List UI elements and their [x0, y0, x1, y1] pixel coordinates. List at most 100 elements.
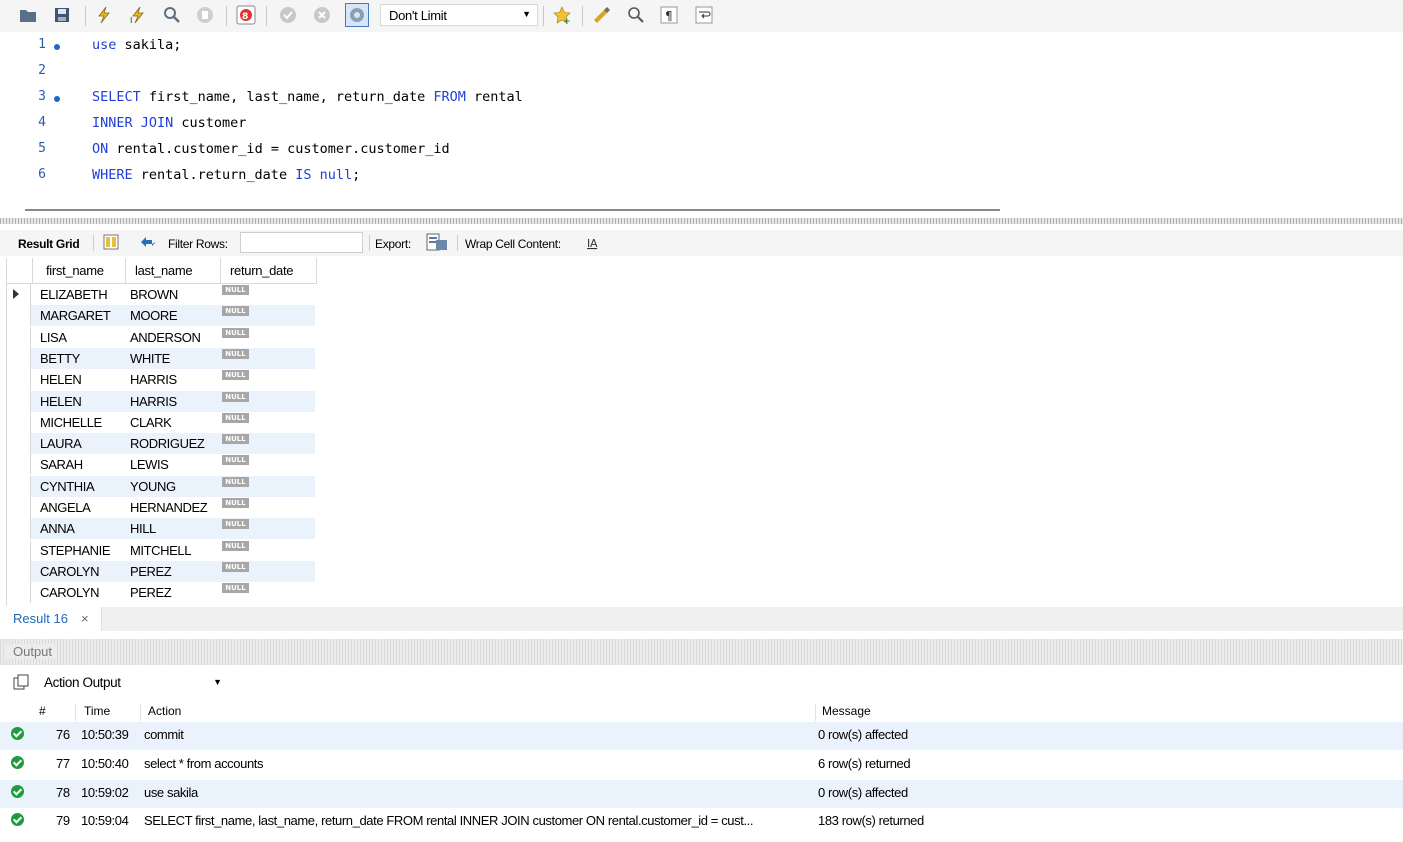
execute-icon[interactable] — [94, 5, 114, 25]
column-header-time[interactable]: Time — [84, 704, 110, 718]
column-header-num[interactable]: # — [39, 704, 46, 718]
null-badge[interactable]: NULL — [222, 285, 249, 295]
row-marker[interactable] — [7, 411, 31, 433]
cell-first-name[interactable]: CYNTHIA — [40, 479, 95, 494]
row-marker[interactable] — [7, 454, 31, 476]
folder-icon[interactable] — [18, 5, 38, 25]
row-marker[interactable] — [7, 305, 31, 327]
row-marker[interactable] — [7, 475, 31, 497]
column-header-message[interactable]: Message — [822, 704, 871, 718]
execute-current-icon[interactable]: I — [128, 5, 148, 25]
cell-first-name[interactable]: ANNA — [40, 521, 75, 536]
cell-last-name[interactable]: BROWN — [130, 287, 178, 302]
null-badge[interactable]: NULL — [222, 434, 249, 445]
autocommit-icon[interactable] — [345, 3, 369, 27]
rollback-icon[interactable] — [312, 5, 332, 25]
stop-icon[interactable] — [195, 5, 215, 25]
cell-first-name[interactable]: STEPHANIE — [40, 543, 110, 558]
table-row[interactable]: HELEN HARRIS NULL — [7, 390, 315, 412]
cell-first-name[interactable]: MARGARET — [40, 308, 111, 323]
table-row[interactable]: LISA ANDERSON NULL — [7, 326, 315, 348]
null-badge[interactable]: NULL — [222, 561, 249, 572]
row-marker[interactable] — [7, 582, 31, 604]
row-marker[interactable] — [7, 560, 31, 582]
row-marker[interactable] — [7, 284, 31, 305]
output-type-select[interactable]: Action Output ▼ — [36, 670, 228, 694]
cell-last-name[interactable]: ANDERSON — [130, 330, 201, 345]
cell-last-name[interactable]: WHITE — [130, 351, 170, 366]
column-header-action[interactable]: Action — [148, 704, 181, 718]
wrap-icon[interactable] — [694, 5, 714, 25]
explain-icon[interactable] — [162, 5, 182, 25]
null-badge[interactable]: NULL — [222, 476, 249, 487]
cell-last-name[interactable]: HARRIS — [130, 394, 177, 409]
result-grid-button[interactable]: Result Grid — [18, 237, 80, 251]
row-marker[interactable] — [7, 433, 31, 455]
cell-last-name[interactable]: HERNANDEZ — [130, 500, 208, 515]
refresh-icon[interactable] — [138, 234, 158, 253]
table-row[interactable]: BETTY WHITE NULL — [7, 347, 315, 369]
cell-last-name[interactable]: MOORE — [130, 308, 178, 323]
cell-first-name[interactable]: HELEN — [40, 394, 82, 409]
cell-first-name[interactable]: LAURA — [40, 436, 82, 451]
filter-rows-input[interactable] — [240, 232, 363, 253]
cell-last-name[interactable]: HILL — [130, 521, 156, 536]
null-badge[interactable]: NULL — [222, 519, 249, 530]
table-row[interactable]: CAROLYN PEREZ NULL — [7, 560, 315, 582]
null-badge[interactable]: NULL — [222, 455, 249, 466]
cell-first-name[interactable]: CAROLYN — [40, 585, 99, 600]
cell-first-name[interactable]: CAROLYN — [40, 564, 99, 579]
null-badge[interactable]: NULL — [222, 348, 249, 359]
cell-first-name[interactable]: BETTY — [40, 351, 80, 366]
commit-icon[interactable] — [278, 5, 298, 25]
cell-first-name[interactable]: MICHELLE — [40, 415, 102, 430]
table-row[interactable]: CYNTHIA YOUNG NULL — [7, 475, 315, 497]
invisible-chars-icon[interactable]: ¶ — [659, 5, 679, 25]
grid-layout-icon[interactable] — [103, 234, 119, 253]
null-badge[interactable]: NULL — [222, 412, 249, 423]
save-icon[interactable] — [52, 5, 72, 25]
table-row[interactable]: HELEN HARRIS NULL — [7, 369, 315, 391]
close-icon[interactable]: × — [81, 611, 89, 626]
table-row[interactable]: ANGELA HERNANDEZ NULL — [7, 497, 315, 518]
editor-horizontal-scrollbar[interactable] — [25, 209, 1000, 211]
table-row[interactable]: MICHELLE CLARK NULL — [7, 411, 315, 433]
null-badge[interactable]: NULL — [222, 583, 249, 594]
table-row[interactable]: CAROLYN PEREZ NULL — [7, 582, 315, 604]
table-row[interactable]: STEPHANIE MITCHELL NULL — [7, 539, 315, 561]
cell-last-name[interactable]: YOUNG — [130, 479, 176, 494]
cell-last-name[interactable]: PEREZ — [130, 585, 172, 600]
wrap-cell-icon[interactable]: IA — [586, 235, 602, 254]
column-header-return-date[interactable]: return_date — [221, 258, 317, 283]
output-row[interactable]: 79 10:59:04 SELECT first_name, last_name, … — [0, 808, 1403, 836]
tab-result-16[interactable]: Result 16 × — [0, 607, 102, 631]
column-header-last-name[interactable]: last_name — [126, 258, 221, 283]
copy-icon[interactable] — [13, 674, 29, 693]
table-row[interactable]: MARGARET MOORE NULL — [7, 305, 315, 327]
null-badge[interactable]: NULL — [222, 540, 249, 551]
table-row[interactable]: LAURA RODRIGUEZ NULL — [7, 433, 315, 455]
row-marker[interactable] — [7, 326, 31, 348]
cell-first-name[interactable]: SARAH — [40, 457, 83, 472]
limit-rows-select[interactable]: Don't Limit ▼ — [380, 4, 538, 26]
beautify-icon[interactable] — [592, 5, 612, 25]
cell-first-name[interactable]: ANGELA — [40, 500, 91, 515]
row-marker[interactable] — [7, 539, 31, 561]
sql-editor[interactable]: 1 use sakila; 2 3 SELECT first_name, las… — [0, 32, 1403, 202]
column-header-first-name[interactable]: first_name — [33, 258, 126, 283]
cell-last-name[interactable]: PEREZ — [130, 564, 172, 579]
null-badge[interactable]: NULL — [222, 370, 249, 381]
row-marker[interactable] — [7, 518, 31, 540]
export-icon[interactable] — [426, 233, 448, 254]
cell-first-name[interactable]: ELIZABETH — [40, 287, 108, 302]
row-marker[interactable] — [7, 390, 31, 412]
stop-on-error-icon[interactable]: 8 — [236, 5, 256, 25]
cell-last-name[interactable]: HARRIS — [130, 372, 177, 387]
cell-first-name[interactable]: HELEN — [40, 372, 82, 387]
null-badge[interactable]: NULL — [222, 391, 249, 402]
null-badge[interactable]: NULL — [222, 498, 249, 508]
table-row[interactable]: ELIZABETH BROWN NULL — [7, 284, 315, 305]
table-row[interactable]: SARAH LEWIS NULL — [7, 454, 315, 476]
find-icon[interactable] — [626, 5, 646, 25]
cell-last-name[interactable]: LEWIS — [130, 457, 169, 472]
